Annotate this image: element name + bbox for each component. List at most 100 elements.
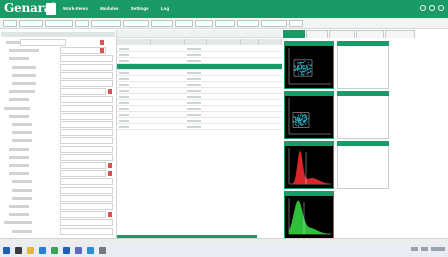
table-cell xyxy=(187,114,201,116)
scatter-point xyxy=(303,121,305,123)
scatter-point xyxy=(298,67,300,70)
close-icon[interactable] xyxy=(438,5,444,11)
taskbar xyxy=(0,244,448,257)
plot-tab[interactable] xyxy=(329,30,355,38)
table-cell xyxy=(187,90,201,92)
column-header[interactable] xyxy=(117,39,151,45)
form-label xyxy=(9,213,29,217)
toolbar-button[interactable] xyxy=(19,19,43,27)
browser-icon[interactable] xyxy=(39,247,46,254)
form-field[interactable] xyxy=(60,186,113,194)
column-header[interactable] xyxy=(259,39,282,45)
form-label xyxy=(9,57,29,61)
form-field[interactable] xyxy=(60,55,113,63)
column-header[interactable] xyxy=(185,39,207,45)
scatter-plot[interactable] xyxy=(284,91,334,139)
form-field[interactable] xyxy=(60,227,113,235)
toolbar-button[interactable] xyxy=(45,19,73,27)
app-icon[interactable] xyxy=(75,247,82,254)
toolbar-button[interactable] xyxy=(237,19,259,27)
scatter-point xyxy=(303,73,305,75)
menu-item-modules[interactable]: Modules xyxy=(95,3,124,15)
scatter-plot[interactable] xyxy=(284,41,334,89)
form-field[interactable] xyxy=(60,63,113,71)
menu-item-settings[interactable]: Settings xyxy=(126,3,154,15)
form-field[interactable] xyxy=(60,194,113,202)
plot-tab[interactable] xyxy=(283,30,305,38)
table-row[interactable] xyxy=(117,124,282,130)
toolbar-button[interactable] xyxy=(261,19,287,27)
scatter-point xyxy=(308,64,310,66)
properties-form xyxy=(0,30,117,238)
toolbar-button[interactable] xyxy=(151,19,173,27)
tray-icon[interactable] xyxy=(421,247,428,251)
form-field[interactable] xyxy=(60,71,113,79)
scatter-point xyxy=(302,118,304,120)
form-field[interactable] xyxy=(60,211,106,219)
column-header[interactable] xyxy=(207,39,241,45)
form-field[interactable] xyxy=(60,96,113,104)
file-explorer-icon[interactable] xyxy=(27,247,34,254)
form-field[interactable] xyxy=(60,104,113,112)
column-header[interactable] xyxy=(151,39,185,45)
form-row xyxy=(0,112,117,120)
form-field[interactable] xyxy=(60,219,113,227)
toolbar-button[interactable] xyxy=(175,19,193,27)
form-field[interactable] xyxy=(60,203,113,210)
scatter-point xyxy=(297,65,299,67)
scatter-point xyxy=(300,70,302,73)
app-icon[interactable] xyxy=(99,247,106,254)
column-header[interactable] xyxy=(241,39,259,45)
scatter-point xyxy=(304,115,306,117)
form-row xyxy=(0,145,117,153)
form-field[interactable] xyxy=(60,170,106,178)
scatter-point xyxy=(293,121,295,123)
scatter-point xyxy=(307,67,309,69)
form-label xyxy=(9,164,29,167)
scatter-point xyxy=(300,113,302,115)
menu-item-home[interactable] xyxy=(46,3,56,15)
form-field[interactable] xyxy=(60,121,113,128)
menu-item-work-items[interactable]: Work-Items xyxy=(58,3,93,15)
toolbar-button[interactable] xyxy=(215,19,235,27)
toolbar-button[interactable] xyxy=(195,19,213,27)
plot-tab[interactable] xyxy=(356,30,384,38)
statistics-panel xyxy=(337,91,389,139)
form-field[interactable] xyxy=(60,80,113,87)
scatter-point xyxy=(296,119,298,121)
form-field[interactable] xyxy=(60,145,113,153)
scatter-point xyxy=(296,121,298,124)
tray-icon[interactable] xyxy=(411,247,418,251)
scatter-point xyxy=(306,121,308,123)
form-row xyxy=(0,162,117,169)
menu-item-log[interactable]: Log xyxy=(156,3,174,15)
toolbar-button[interactable] xyxy=(3,19,17,27)
form-label xyxy=(12,196,32,200)
app-icon[interactable] xyxy=(63,247,70,254)
form-field[interactable] xyxy=(20,39,66,46)
required-flag-icon xyxy=(108,171,112,177)
app-icon[interactable] xyxy=(87,247,94,254)
histogram-plot[interactable] xyxy=(284,141,334,189)
minimize-icon[interactable] xyxy=(429,5,435,11)
form-field[interactable] xyxy=(60,162,106,169)
form-field[interactable] xyxy=(60,88,106,96)
form-field[interactable] xyxy=(60,153,113,161)
histogram-plot[interactable] xyxy=(284,191,334,239)
toolbar-button[interactable] xyxy=(75,19,89,27)
plot-tab[interactable] xyxy=(306,30,328,38)
settings-icon[interactable] xyxy=(420,5,426,11)
form-field[interactable] xyxy=(60,137,113,145)
app-icon[interactable] xyxy=(51,247,58,254)
scatter-point xyxy=(304,123,306,125)
form-field[interactable] xyxy=(60,178,113,186)
statistics-panel xyxy=(337,141,389,189)
toolbar-button[interactable] xyxy=(289,19,303,27)
toolbar-button[interactable] xyxy=(123,19,149,27)
search-icon[interactable] xyxy=(15,247,22,254)
start-icon[interactable] xyxy=(3,247,10,254)
toolbar-button[interactable] xyxy=(91,19,121,27)
plot-tab[interactable] xyxy=(385,30,415,38)
form-field[interactable] xyxy=(60,112,113,120)
form-field[interactable] xyxy=(60,129,113,137)
